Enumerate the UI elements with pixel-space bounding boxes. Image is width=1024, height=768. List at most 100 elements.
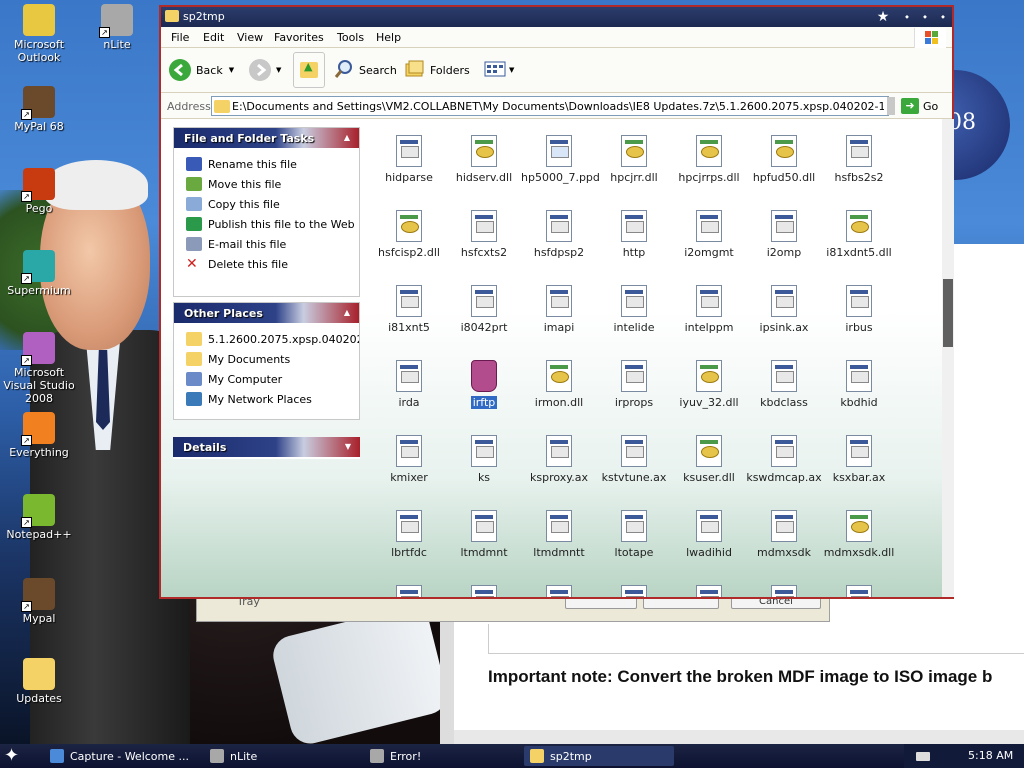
file-item[interactable] bbox=[594, 585, 674, 597]
up-folder-button[interactable]: ▲ bbox=[293, 52, 325, 88]
file-item[interactable] bbox=[444, 585, 524, 597]
menu-view[interactable]: View bbox=[237, 31, 263, 44]
back-button[interactable]: Back ▼ bbox=[169, 57, 234, 83]
menu-help[interactable]: Help bbox=[376, 31, 401, 44]
file-item[interactable]: intelide bbox=[594, 285, 674, 334]
taskbar-button[interactable]: Error! bbox=[364, 746, 514, 766]
chevron-up-icon[interactable]: ▲ bbox=[341, 132, 353, 144]
file-item[interactable]: kstvtune.ax bbox=[594, 435, 674, 484]
desktop-icon[interactable]: ↗ Microsoft Visual Studio 2008 bbox=[0, 332, 78, 405]
file-item[interactable]: imapi bbox=[519, 285, 599, 334]
folders-button[interactable]: Folders bbox=[404, 57, 470, 83]
file-item[interactable]: i2omp bbox=[744, 210, 824, 259]
file-item[interactable]: mdmxsdk bbox=[744, 510, 824, 559]
file-item[interactable]: hpfud50.dll bbox=[744, 135, 824, 184]
file-folder-tasks-header[interactable]: File and Folder Tasks ▲ bbox=[174, 128, 359, 148]
file-item[interactable]: kswdmcap.ax bbox=[744, 435, 824, 484]
star-icon[interactable]: ★ bbox=[875, 9, 891, 25]
file-item[interactable]: kbdhid bbox=[819, 360, 899, 409]
panel-link[interactable]: E-mail this file bbox=[186, 234, 359, 254]
desktop-icon[interactable]: ↗ Notepad++ bbox=[0, 494, 78, 541]
panel-link[interactable]: Copy this file bbox=[186, 194, 359, 214]
browser-horizontal-scrollbar[interactable] bbox=[454, 730, 1024, 744]
desktop-icon[interactable]: ↗ MyPal 68 bbox=[0, 86, 78, 133]
forward-button[interactable]: ▼ bbox=[249, 57, 281, 83]
taskbar-button[interactable]: nLite bbox=[204, 746, 354, 766]
panel-link[interactable]: My Network Places bbox=[186, 389, 359, 409]
desktop-icon[interactable]: ↗ Everything bbox=[0, 412, 78, 459]
menu-file[interactable]: File bbox=[171, 31, 189, 44]
minimize-button[interactable]: ⬩ bbox=[899, 9, 915, 25]
scrollbar-thumb[interactable] bbox=[943, 279, 953, 347]
file-item[interactable]: irmon.dll bbox=[519, 360, 599, 409]
panel-link[interactable]: My Documents bbox=[186, 349, 359, 369]
start-button[interactable]: ✦ bbox=[4, 746, 28, 766]
other-places-header[interactable]: Other Places ▲ bbox=[174, 303, 359, 323]
file-item[interactable]: hpcjrrps.dll bbox=[669, 135, 749, 184]
file-item[interactable]: hsfcisp2.dll bbox=[369, 210, 449, 259]
file-item[interactable]: ipsink.ax bbox=[744, 285, 824, 334]
menu-favorites[interactable]: Favorites bbox=[274, 31, 324, 44]
close-button[interactable]: ⬩ bbox=[935, 9, 951, 25]
vertical-scrollbar[interactable] bbox=[942, 119, 954, 597]
file-item[interactable]: hidparse bbox=[369, 135, 449, 184]
keyboard-icon[interactable] bbox=[916, 752, 930, 761]
file-item[interactable]: ksuser.dll bbox=[669, 435, 749, 484]
maximize-button[interactable]: ⬩ bbox=[917, 9, 933, 25]
file-item[interactable] bbox=[744, 585, 824, 597]
menu-edit[interactable]: Edit bbox=[203, 31, 224, 44]
file-item[interactable]: ltotape bbox=[594, 510, 674, 559]
desktop-icon[interactable]: ↗ Mypal bbox=[0, 578, 78, 625]
panel-link[interactable]: Move this file bbox=[186, 174, 359, 194]
panel-link[interactable]: ✕ Delete this file bbox=[186, 254, 359, 274]
file-item[interactable]: hsfdpsp2 bbox=[519, 210, 599, 259]
panel-link[interactable]: Rename this file bbox=[186, 154, 359, 174]
file-item[interactable]: i2omgmt bbox=[669, 210, 749, 259]
file-item[interactable]: ks bbox=[444, 435, 524, 484]
file-item[interactable]: mdmxsdk.dll bbox=[819, 510, 899, 559]
desktop-icon[interactable]: Microsoft Outlook bbox=[0, 4, 78, 64]
file-item[interactable] bbox=[669, 585, 749, 597]
file-item[interactable]: irbus bbox=[819, 285, 899, 334]
file-item[interactable]: iyuv_32.dll bbox=[669, 360, 749, 409]
file-item[interactable]: i81xnt5 bbox=[369, 285, 449, 334]
file-item[interactable]: ltmdmntt bbox=[519, 510, 599, 559]
chevron-up-icon[interactable]: ▲ bbox=[341, 307, 353, 319]
file-item[interactable]: hp5000_7.ppd bbox=[519, 135, 600, 184]
address-input[interactable]: E:\Documents and Settings\VM2.COLLABNET\… bbox=[211, 96, 889, 116]
file-item[interactable]: hidserv.dll bbox=[444, 135, 524, 184]
file-item[interactable]: i81xdnt5.dll bbox=[819, 210, 899, 259]
desktop-icon[interactable]: ↗ nLite bbox=[78, 4, 156, 51]
file-item[interactable]: lwadihid bbox=[669, 510, 749, 559]
file-item[interactable]: ksproxy.ax bbox=[519, 435, 599, 484]
file-item[interactable]: hpcjrr.dll bbox=[594, 135, 674, 184]
file-item[interactable] bbox=[519, 585, 599, 597]
search-button[interactable]: Search bbox=[333, 57, 397, 83]
file-item[interactable]: irda bbox=[369, 360, 449, 409]
file-item[interactable]: ltmdmnt bbox=[444, 510, 524, 559]
file-item[interactable]: http bbox=[594, 210, 674, 259]
chevron-down-icon[interactable]: ▼ bbox=[342, 441, 354, 453]
file-item[interactable]: kmixer bbox=[369, 435, 449, 484]
taskbar-button[interactable]: Capture - Welcome ... bbox=[44, 746, 194, 766]
file-item[interactable]: irprops bbox=[594, 360, 674, 409]
panel-link[interactable]: My Computer bbox=[186, 369, 359, 389]
file-item[interactable]: hsfbs2s2 bbox=[819, 135, 899, 184]
file-item[interactable] bbox=[819, 585, 899, 597]
desktop-icon[interactable]: ↗ Supermium bbox=[0, 250, 78, 297]
panel-link[interactable]: Publish this file to the Web bbox=[186, 214, 359, 234]
file-item[interactable] bbox=[369, 585, 449, 597]
title-bar[interactable]: sp2tmp ★ ⬩ ⬩ ⬩ bbox=[161, 7, 952, 27]
panel-link[interactable]: 5.1.2600.2075.xpsp.040202 bbox=[186, 329, 359, 349]
views-button[interactable]: ▼ bbox=[483, 57, 514, 83]
file-item[interactable]: ksxbar.ax bbox=[819, 435, 899, 484]
file-item[interactable]: lbrtfdc bbox=[369, 510, 449, 559]
taskbar-button[interactable]: sp2tmp bbox=[524, 746, 674, 766]
desktop-icon[interactable]: ↗ Pego bbox=[0, 168, 78, 215]
menu-tools[interactable]: Tools bbox=[337, 31, 364, 44]
clock[interactable]: 5:18 AM bbox=[968, 749, 1013, 762]
desktop-icon[interactable]: Updates bbox=[0, 658, 78, 705]
file-item[interactable]: hsfcxts2 bbox=[444, 210, 524, 259]
file-item[interactable]: kbdclass bbox=[744, 360, 824, 409]
details-header[interactable]: Details ▼ bbox=[173, 437, 360, 457]
